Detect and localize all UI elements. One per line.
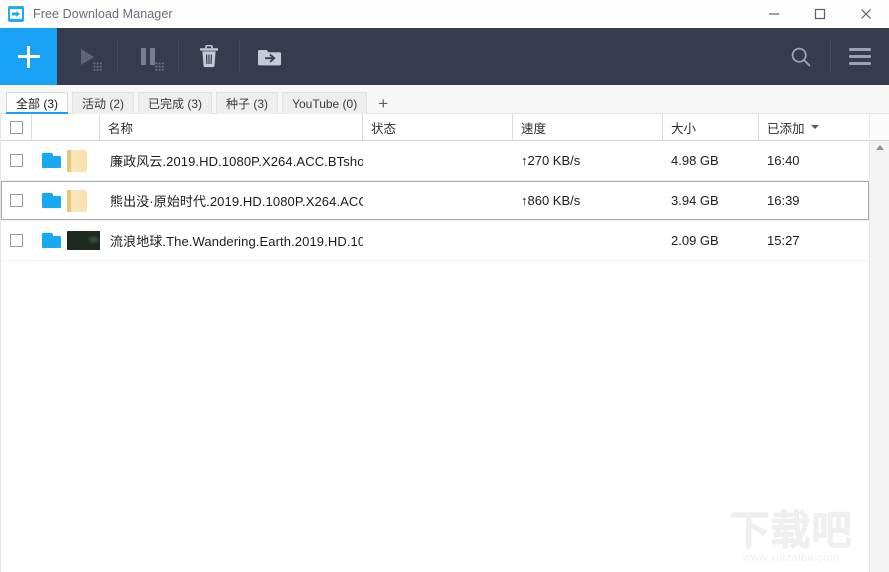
pause-download-button[interactable] — [118, 28, 178, 85]
add-tab-button[interactable]: + — [371, 92, 395, 114]
row-added-cell: 16:40 — [767, 153, 800, 168]
hamburger-menu-icon — [849, 48, 871, 65]
scroll-up-arrow-icon[interactable] — [876, 145, 884, 150]
vertical-scrollbar[interactable] — [869, 114, 889, 572]
main-toolbar — [0, 28, 889, 85]
window-title: Free Download Manager — [33, 7, 173, 21]
open-folder-icon[interactable] — [42, 153, 61, 168]
main-menu-button[interactable] — [831, 28, 889, 85]
fdm-logo-icon — [8, 6, 24, 22]
sort-descending-icon — [810, 125, 819, 129]
folder-thumbnail-icon — [67, 189, 87, 212]
close-button[interactable] — [843, 0, 889, 28]
open-folder-icon[interactable] — [42, 193, 61, 208]
download-table: 名称 状态 速度 大小 已添加 廉政风云.2019.HD.1080P.X264.… — [0, 114, 869, 572]
row-thumbnail-cell — [32, 231, 100, 250]
pause-icon — [141, 48, 155, 65]
pause-all-dots-icon — [155, 62, 164, 71]
maximize-button[interactable] — [797, 0, 843, 28]
row-added-cell: 15:27 — [767, 233, 800, 248]
tab-completed[interactable]: 已完成 (3) — [138, 92, 213, 114]
tab-all[interactable]: 全部 (3) — [6, 92, 69, 114]
row-select-cell[interactable] — [1, 154, 32, 167]
move-to-folder-button[interactable] — [240, 28, 300, 85]
download-name: 流浪地球.The.Wandering.Earth.2019.HD.1080P.X… — [110, 234, 363, 249]
minimize-button[interactable] — [751, 0, 797, 28]
row-added-cell: 16:39 — [767, 193, 800, 208]
row-checkbox[interactable] — [10, 154, 23, 167]
column-header-speed[interactable]: 速度 — [513, 114, 663, 140]
column-header-status[interactable]: 状态 — [363, 114, 513, 140]
row-select-cell[interactable] — [1, 234, 32, 247]
download-name: 熊出没·原始时代.2019.HD.1080P.X264.ACC.BTshoufa… — [110, 194, 363, 209]
delete-download-button[interactable] — [179, 28, 239, 85]
search-icon — [791, 47, 811, 66]
play-all-dots-icon — [93, 62, 102, 71]
folder-arrow-icon — [258, 49, 281, 65]
video-thumbnail-icon — [67, 231, 100, 250]
row-size-cell: 4.98 GB — [671, 153, 719, 168]
watermark-title: 下载吧 — [729, 508, 853, 554]
resume-download-button[interactable] — [57, 28, 117, 85]
toolbar-right — [772, 28, 889, 85]
row-name-cell: 熊出没·原始时代.2019.HD.1080P.X264.ACC.BTshoufa… — [100, 191, 363, 210]
filter-tab-bar: 全部 (3) 活动 (2) 已完成 (3) 种子 (3) YouTube (0)… — [0, 85, 889, 114]
scrollbar-header-spacer — [870, 114, 889, 141]
folder-thumbnail-icon — [67, 149, 87, 172]
tab-torrents[interactable]: 种子 (3) — [216, 92, 279, 114]
thumbnail-header — [32, 114, 100, 140]
row-size-cell: 3.94 GB — [671, 193, 719, 208]
column-header-name[interactable]: 名称 — [100, 114, 363, 140]
row-thumbnail-cell — [32, 149, 100, 172]
table-row[interactable]: 流浪地球.The.Wandering.Earth.2019.HD.1080P.X… — [1, 221, 869, 261]
watermark-url: www.xiazaiba.com — [742, 552, 840, 564]
title-bar: Free Download Manager — [0, 0, 889, 28]
row-select-cell[interactable] — [1, 194, 32, 207]
site-watermark: 下载吧 www.xiazaiba.com — [727, 508, 855, 565]
download-list-area: 名称 状态 速度 大小 已添加 廉政风云.2019.HD.1080P.X264.… — [0, 114, 889, 572]
row-speed-cell: ↑860 KB/s — [521, 193, 581, 208]
row-checkbox[interactable] — [10, 234, 23, 247]
row-checkbox[interactable] — [10, 194, 23, 207]
window-controls — [751, 0, 889, 28]
title-bar-left: Free Download Manager — [0, 6, 173, 22]
column-header-added[interactable]: 已添加 — [759, 114, 869, 140]
add-download-button[interactable] — [0, 28, 57, 85]
download-name: 廉政风云.2019.HD.1080P.X264.ACC.BTshoufa[国语中… — [110, 154, 363, 169]
select-all-checkbox[interactable] — [9, 120, 23, 134]
table-header-row: 名称 状态 速度 大小 已添加 — [1, 114, 869, 141]
trash-icon — [200, 45, 218, 68]
tab-active[interactable]: 活动 (2) — [72, 92, 135, 114]
tab-youtube[interactable]: YouTube (0) — [282, 92, 368, 114]
table-row[interactable]: 廉政风云.2019.HD.1080P.X264.ACC.BTshoufa[国语中… — [1, 141, 869, 181]
table-row[interactable]: 熊出没·原始时代.2019.HD.1080P.X264.ACC.BTshoufa… — [1, 181, 869, 221]
toolbar-actions — [57, 28, 300, 85]
row-speed-cell: ↑270 KB/s — [521, 153, 581, 168]
select-all-header[interactable] — [1, 114, 32, 140]
search-button[interactable] — [772, 28, 830, 85]
row-name-cell: 流浪地球.The.Wandering.Earth.2019.HD.1080P.X… — [100, 231, 363, 250]
column-header-size[interactable]: 大小 — [663, 114, 759, 140]
row-thumbnail-cell — [32, 189, 100, 212]
row-name-cell: 廉政风云.2019.HD.1080P.X264.ACC.BTshoufa[国语中… — [100, 151, 363, 170]
play-icon — [80, 48, 94, 65]
plus-icon — [17, 45, 40, 68]
column-header-added-label: 已添加 — [767, 121, 805, 136]
open-folder-icon[interactable] — [42, 233, 61, 248]
row-size-cell: 2.09 GB — [671, 233, 719, 248]
